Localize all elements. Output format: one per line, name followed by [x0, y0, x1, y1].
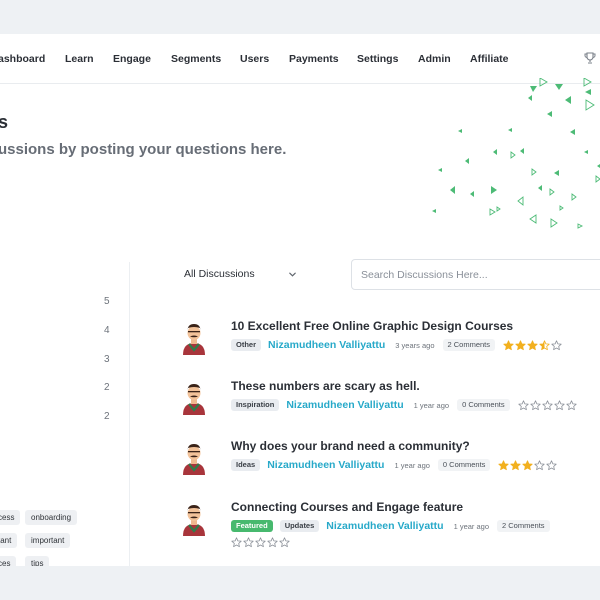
avatar: [183, 384, 205, 415]
tag-chip[interactable]: important: [25, 533, 71, 548]
star-empty-icon: [541, 399, 553, 410]
nav-settings[interactable]: Settings: [357, 53, 398, 65]
category-count: 4: [104, 325, 110, 336]
star-filled-icon: [522, 459, 534, 470]
nav-affiliate[interactable]: Affiliate: [470, 53, 509, 65]
discussion-item[interactable]: These numbers are scary as hell. Inspira…: [176, 379, 600, 431]
time-ago: 1 year ago: [453, 521, 490, 531]
star-empty-icon: [279, 537, 290, 548]
comment-count: 0 Comments: [437, 459, 491, 471]
star-empty-icon: [551, 339, 562, 350]
tag-chip[interactable]: ces: [0, 556, 17, 566]
tag-chip[interactable]: onboarding: [25, 510, 78, 525]
author-link[interactable]: Nizamudheen Valliyattu: [267, 459, 384, 471]
page-title: s: [0, 112, 9, 132]
page-footer-background: [0, 566, 600, 600]
sidebar-divider: [129, 262, 130, 566]
category-badge[interactable]: Ideas: [231, 459, 261, 471]
discussion-title[interactable]: Why does your brand need a community?: [231, 439, 470, 453]
category-badge[interactable]: Inspiration: [231, 399, 280, 411]
search-input[interactable]: [351, 259, 600, 290]
author-link[interactable]: Nizamudheen Valliyattu: [268, 339, 385, 351]
comment-count: 0 Comments: [457, 399, 510, 411]
star-empty-icon: [517, 399, 529, 410]
avatar: [183, 505, 205, 536]
app-window: ashboard Learn Engage Segments Users Pay…: [0, 34, 600, 566]
nav-segments[interactable]: Segments: [171, 53, 221, 65]
author-link[interactable]: Nizamudheen Valliyattu: [326, 520, 443, 532]
star-filled-icon: [527, 339, 538, 350]
discussion-item[interactable]: Why does your brand need a community? Id…: [176, 439, 600, 491]
star-filled-icon: [503, 339, 514, 350]
nav-dashboard[interactable]: ashboard: [0, 53, 45, 65]
discussion-meta: Featured Updates Nizamudheen Valliyattu …: [231, 519, 558, 533]
star-half-icon: [539, 339, 550, 350]
discussion-meta: Ideas Nizamudheen Valliyattu 1 year ago …: [231, 458, 558, 472]
star-empty-icon: [565, 399, 577, 410]
nav-engage[interactable]: Engage: [113, 53, 151, 65]
tag-chip[interactable]: tant: [0, 533, 18, 548]
category-count: 3: [104, 354, 110, 365]
discussion-item[interactable]: Connecting Courses and Engage feature Fe…: [176, 500, 600, 552]
top-nav: ashboard Learn Engage Segments Users Pay…: [0, 34, 600, 84]
discussion-title[interactable]: 10 Excellent Free Online Graphic Design …: [231, 319, 513, 333]
category-count: 5: [104, 296, 110, 307]
star-empty-icon: [231, 537, 242, 548]
star-empty-icon: [267, 537, 278, 548]
category-count: 2: [104, 411, 110, 422]
time-ago: 1 year ago: [413, 400, 450, 410]
time-ago: 3 years ago: [395, 340, 435, 350]
nav-admin[interactable]: Admin: [418, 53, 451, 65]
category-badge[interactable]: Other: [231, 339, 262, 351]
star-empty-icon: [534, 459, 546, 470]
tag-chip[interactable]: tips: [25, 556, 50, 566]
discussion-meta: Inspiration Nizamudheen Valliyattu 1 yea…: [231, 398, 577, 412]
author-link[interactable]: Nizamudheen Valliyattu: [286, 399, 403, 411]
filter-selected-label: All Discussions: [184, 268, 255, 280]
star-rating: [517, 399, 577, 411]
discussion-filter-dropdown[interactable]: All Discussions: [184, 268, 304, 284]
nav-payments[interactable]: Payments: [289, 53, 339, 65]
star-empty-icon: [243, 537, 254, 548]
star-empty-icon: [546, 459, 558, 470]
trophy-icon[interactable]: [583, 51, 597, 65]
avatar: [183, 444, 205, 475]
nav-users[interactable]: Users: [240, 53, 269, 65]
discussion-item[interactable]: 10 Excellent Free Online Graphic Design …: [176, 319, 600, 371]
avatar: [183, 324, 205, 355]
star-rating: [231, 537, 290, 548]
time-ago: 1 year ago: [394, 460, 430, 470]
nav-learn[interactable]: Learn: [65, 53, 94, 65]
discussion-title[interactable]: Connecting Courses and Engage feature: [231, 500, 463, 514]
comment-count: 2 Comments: [442, 339, 496, 351]
star-rating: [498, 459, 558, 471]
star-filled-icon: [498, 459, 510, 470]
star-filled-icon: [510, 459, 522, 470]
discussion-meta: Other Nizamudheen Valliyattu 3 years ago…: [231, 338, 562, 352]
category-count: 2: [104, 382, 110, 393]
chevron-down-icon: [289, 272, 296, 277]
star-empty-icon: [553, 399, 565, 410]
discussion-title[interactable]: These numbers are scary as hell.: [231, 379, 420, 393]
decorative-triangle-pattern: [432, 78, 600, 229]
star-empty-icon: [529, 399, 541, 410]
featured-badge: Featured: [231, 520, 273, 532]
page-subtitle: ussions by posting your questions here.: [0, 141, 287, 158]
category-badge[interactable]: Updates: [279, 520, 320, 532]
star-empty-icon: [255, 537, 266, 548]
star-rating: [503, 339, 562, 351]
tag-chip[interactable]: cess: [0, 510, 21, 525]
comment-count: 2 Comments: [497, 520, 550, 532]
star-filled-icon: [515, 339, 526, 350]
